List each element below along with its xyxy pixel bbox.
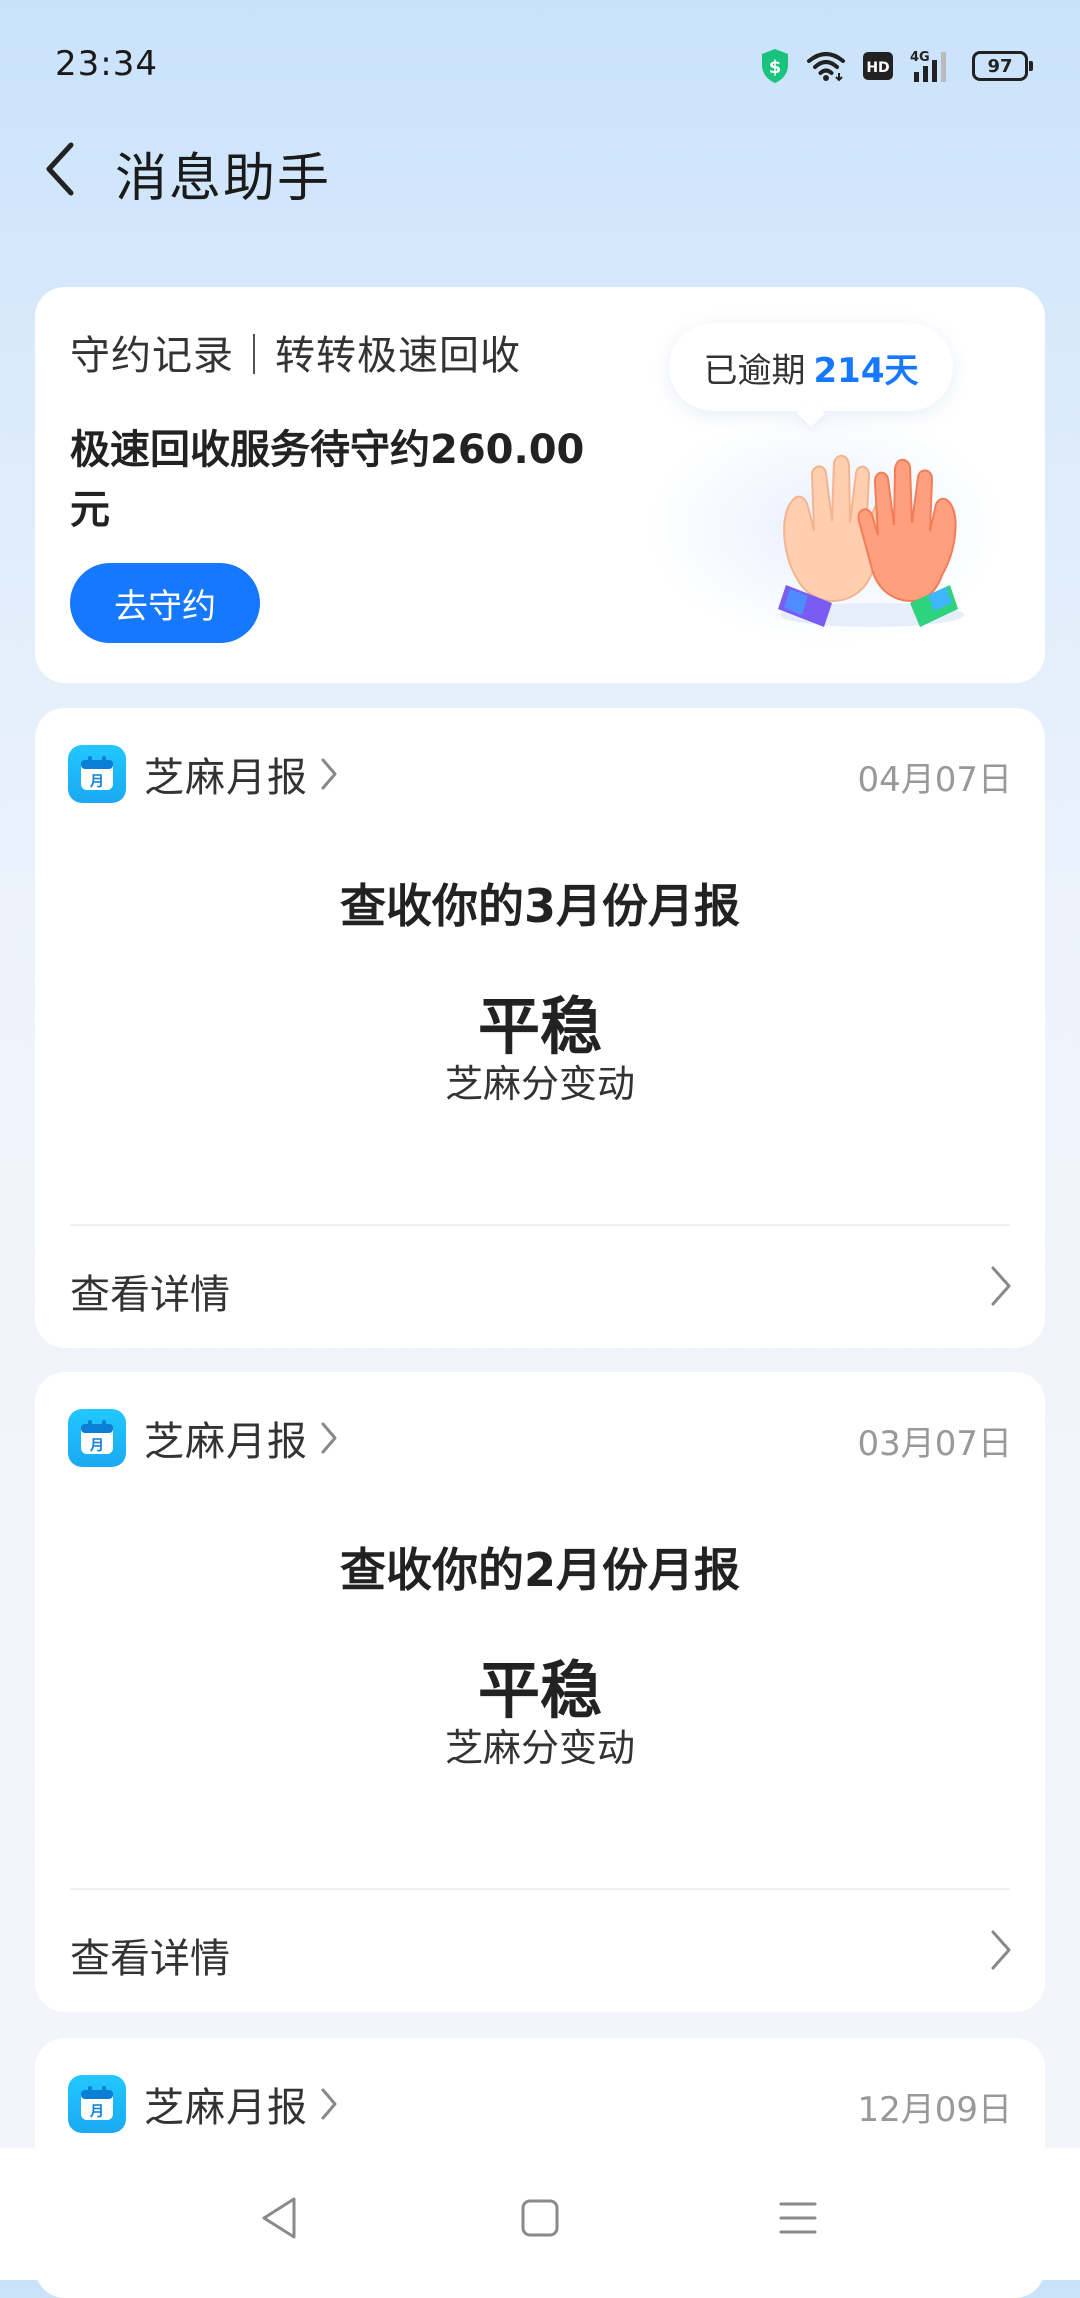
svg-text:$: $ [769, 57, 782, 78]
calendar-app-icon: 月 [68, 1409, 126, 1467]
keep-promise-button[interactable]: 去守约 [70, 563, 260, 643]
status-time: 23:34 [55, 44, 158, 84]
overdue-days: 214天 [813, 350, 919, 391]
signal-4g-icon: 4G [910, 48, 956, 84]
wifi-icon [806, 50, 846, 82]
svg-text:4G: 4G [910, 50, 930, 65]
page-title: 消息助手 [115, 149, 332, 209]
message-date: 03月07日 [857, 1424, 1012, 1464]
view-details-label: 查看详情 [70, 1272, 230, 1318]
overdue-label: 已逾期 [703, 350, 806, 391]
report-title: 查收你的2月份月报 [339, 1543, 740, 1597]
chevron-right-icon [320, 1421, 338, 1455]
overdue-bubble: 已逾期 214天 [669, 323, 953, 411]
calendar-app-icon: 月 [68, 745, 126, 803]
menu-lines-icon [779, 2202, 817, 2234]
promo-description: 极速回收服务待守约260.00元 [70, 427, 585, 533]
svg-text:月: 月 [89, 1438, 104, 1454]
nav-home-button[interactable] [510, 2188, 570, 2248]
message-card[interactable]: 月 芝麻月报 04月07日 查收你的3月份月报 平稳 芝麻分变动 查看详情 [35, 708, 1045, 1348]
calendar-app-icon: 月 [68, 2075, 126, 2133]
shield-dollar-icon: $ [760, 48, 790, 84]
square-home-icon [521, 2199, 559, 2237]
chevron-right-icon [320, 2087, 338, 2121]
promo-heading: 守约记录｜转转极速回收 [70, 333, 521, 379]
svg-text:月: 月 [89, 2104, 104, 2120]
report-title: 查收你的3月份月报 [339, 879, 740, 933]
chevron-left-icon [46, 142, 74, 196]
back-button[interactable] [30, 130, 90, 208]
message-source-name: 芝麻月报 [144, 1419, 308, 1465]
view-details-label: 查看详情 [70, 1936, 230, 1982]
triangle-back-icon [262, 2197, 296, 2239]
message-source[interactable]: 月 芝麻月报 [68, 744, 338, 804]
message-source-name: 芝麻月报 [144, 2085, 308, 2131]
message-card[interactable]: 月 芝麻月报 03月07日 查收你的2月份月报 平稳 芝麻分变动 查看详情 [35, 1372, 1045, 2012]
header: 消息助手 [0, 130, 1080, 209]
chevron-right-icon [989, 1264, 1013, 1312]
chevron-right-icon [320, 757, 338, 791]
message-source[interactable]: 月 芝麻月报 [68, 2074, 338, 2134]
battery-icon: 97 [972, 51, 1033, 81]
view-details-row[interactable]: 查看详情 [35, 1226, 1045, 1348]
promo-card[interactable]: 守约记录｜转转极速回收 极速回收服务待守约260.00元 去守约 已逾期 214… [35, 287, 1045, 683]
report-subtitle: 芝麻分变动 [444, 1726, 635, 1770]
view-details-row[interactable]: 查看详情 [35, 1890, 1045, 2012]
chevron-right-icon [989, 1928, 1013, 1976]
nav-menu-button[interactable] [768, 2188, 828, 2248]
hd-icon: HD [862, 51, 894, 81]
svg-text:HD: HD [866, 60, 889, 76]
message-source-name: 芝麻月报 [144, 755, 308, 801]
message-date: 04月07日 [857, 760, 1012, 800]
status-icons: $ HD 4G 97 [760, 46, 1033, 86]
message-source[interactable]: 月 芝麻月报 [68, 1408, 338, 1468]
report-subtitle: 芝麻分变动 [444, 1062, 635, 1106]
high-five-hands-icon [778, 454, 964, 627]
system-nav-bar [0, 2148, 1080, 2280]
status-bar: 23:34 $ HD 4G 97 [0, 0, 1080, 130]
nav-back-button[interactable] [250, 2188, 310, 2248]
message-date: 12月09日 [857, 2090, 1012, 2130]
svg-text:月: 月 [89, 774, 104, 790]
